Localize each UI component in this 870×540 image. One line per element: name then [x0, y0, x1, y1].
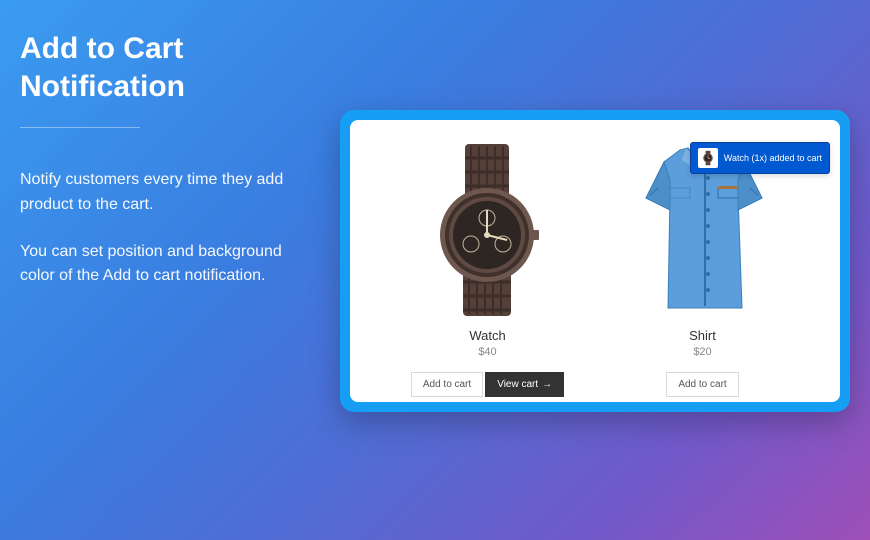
notification-text: Watch (1x) added to cart	[724, 153, 822, 163]
product-watch: Watch $40 Add to cart View cart →	[393, 140, 583, 384]
page-title: Add to Cart Notification	[20, 30, 320, 105]
product-name-shirt: Shirt	[689, 328, 716, 343]
description: Notify customers every time they add pro…	[20, 168, 320, 289]
product-shirt: Shirt $20 Add to cart	[608, 140, 798, 384]
add-to-cart-button[interactable]: Add to cart	[666, 372, 738, 397]
product-price-watch: $40	[478, 346, 496, 358]
divider	[20, 127, 140, 128]
description-p1: Notify customers every time they add pro…	[20, 168, 320, 218]
arrow-right-icon: →	[542, 379, 552, 390]
description-p2: You can set position and background colo…	[20, 240, 320, 290]
view-cart-button[interactable]: View cart →	[485, 372, 564, 397]
cart-notification[interactable]: Watch (1x) added to cart	[690, 142, 830, 174]
preview-card: Watch $40 Add to cart View cart →	[340, 110, 850, 412]
product-name-watch: Watch	[469, 328, 505, 343]
view-cart-label: View cart	[497, 379, 538, 390]
product-price-shirt: $20	[693, 346, 711, 358]
watch-image[interactable]	[403, 140, 573, 320]
add-to-cart-button[interactable]: Add to cart	[411, 372, 483, 397]
preview-content: Watch $40 Add to cart View cart →	[350, 120, 840, 402]
notification-thumbnail	[698, 148, 718, 168]
